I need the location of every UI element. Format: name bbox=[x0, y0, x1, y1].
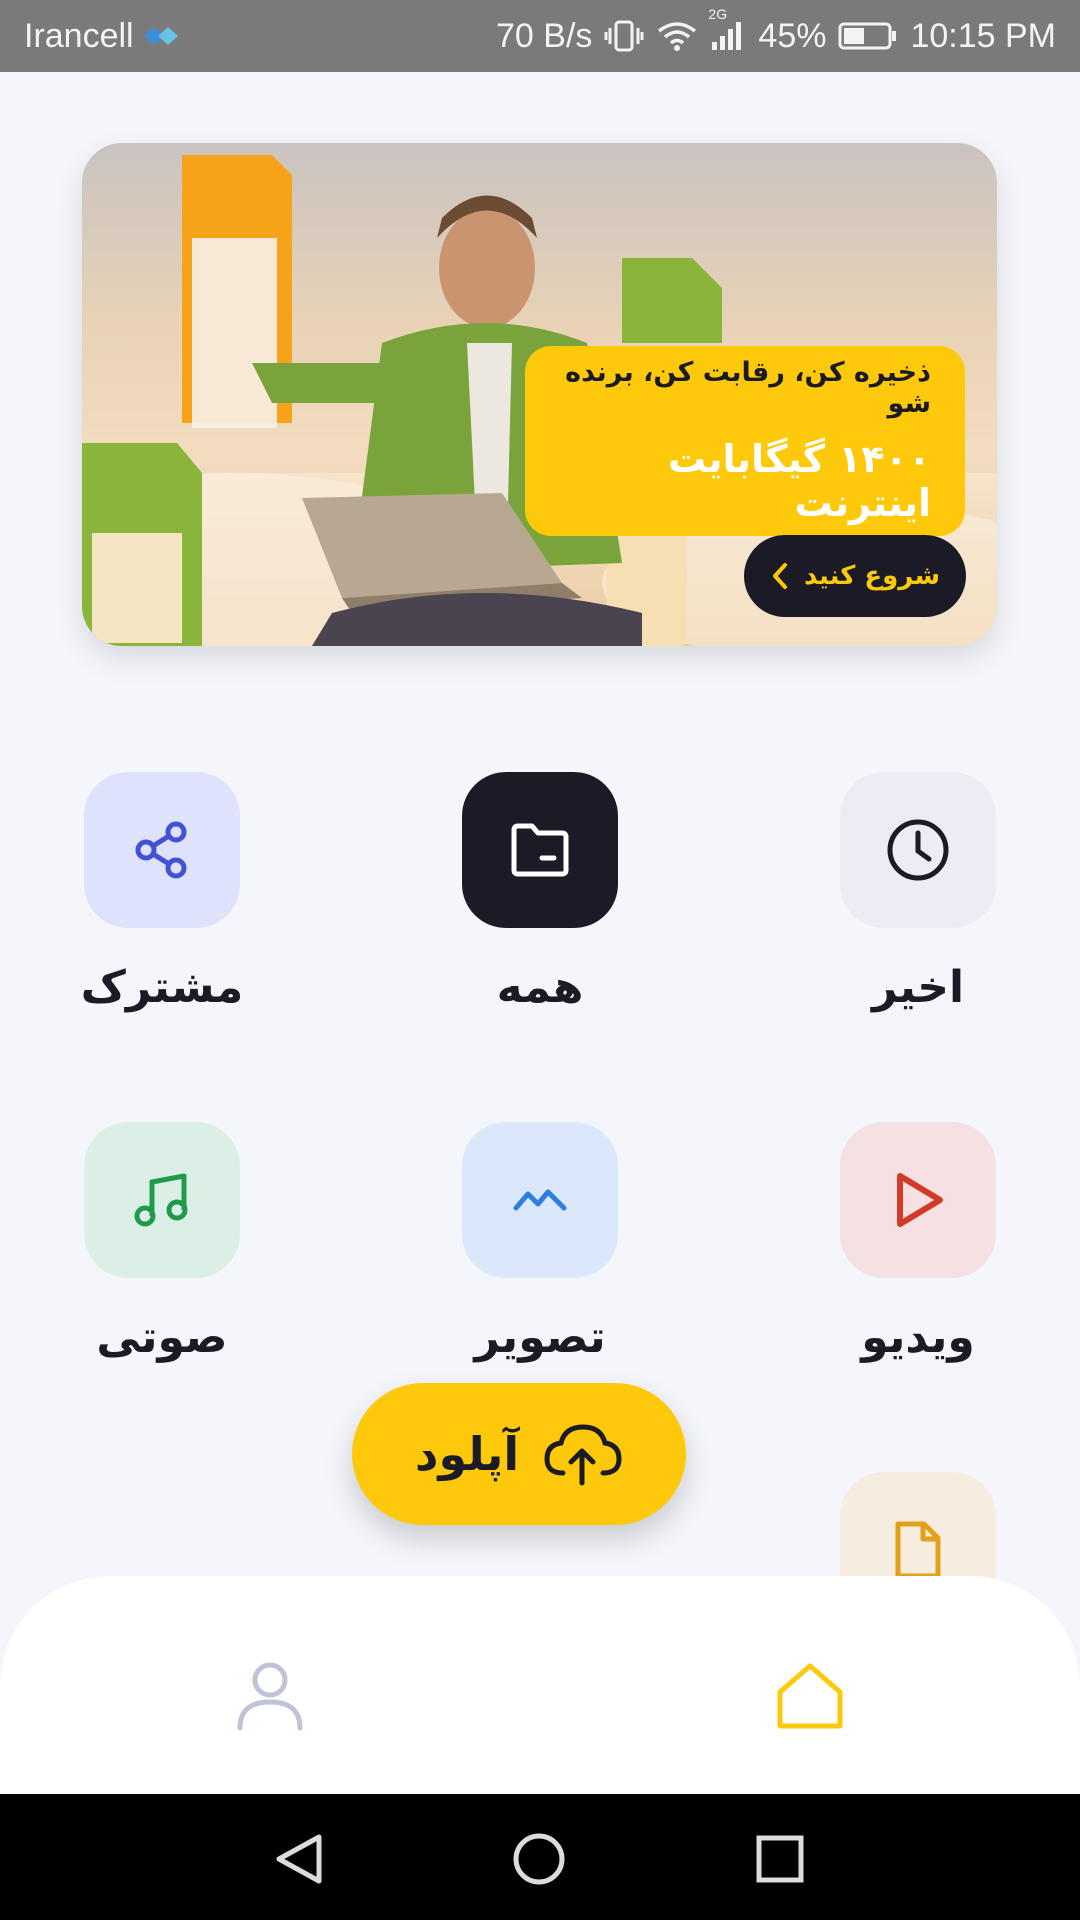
promo-banner[interactable]: ذخیره کن، رقابت کن، برنده شو ۱۴۰۰ گیگابا… bbox=[82, 143, 997, 646]
system-navigation-bar bbox=[0, 1794, 1080, 1920]
share-icon bbox=[135, 821, 187, 879]
category-all[interactable]: همه bbox=[462, 772, 618, 1013]
carrier-name: Irancell bbox=[24, 16, 134, 55]
bottom-nav bbox=[0, 1576, 1080, 1794]
user-icon bbox=[237, 1662, 303, 1731]
promo-headline: ذخیره کن، رقابت کن، برنده شو bbox=[565, 357, 931, 419]
signal-icon: 2G bbox=[708, 6, 746, 52]
category-recent[interactable]: اخیر bbox=[840, 772, 996, 1013]
category-shared[interactable]: مشترک bbox=[81, 772, 243, 1013]
network-type: 2G bbox=[708, 6, 728, 22]
category-audio[interactable]: صوتی bbox=[84, 1122, 240, 1363]
promo-card: ذخیره کن، رقابت کن، برنده شو ۱۴۰۰ گیگابا… bbox=[525, 346, 965, 536]
category-shared-label: مشترک bbox=[80, 962, 244, 1013]
folder-icon bbox=[511, 823, 569, 877]
carrier-logo-icon bbox=[143, 27, 178, 45]
status-right: 70 B/s 2G 45% 10:15 PM bbox=[496, 6, 1056, 56]
category-image-label: تصویر bbox=[474, 1312, 606, 1363]
category-video-tile[interactable] bbox=[840, 1122, 996, 1278]
promo-offer: ۱۴۰۰ گیگابایت اینترنت bbox=[667, 437, 931, 525]
category-video-label: ویدیو bbox=[861, 1312, 975, 1363]
home-icon bbox=[777, 1663, 843, 1729]
category-audio-label: صوتی bbox=[96, 1312, 228, 1363]
category-recent-tile[interactable] bbox=[840, 772, 996, 928]
category-all-label: همه bbox=[496, 962, 584, 1013]
wifi-icon bbox=[656, 20, 698, 52]
category-shared-tile[interactable] bbox=[84, 772, 240, 928]
nav-profile[interactable] bbox=[230, 1656, 310, 1736]
upload-button[interactable]: آپلود bbox=[352, 1383, 686, 1525]
upload-label: آپلود bbox=[414, 1427, 520, 1481]
recents-icon[interactable] bbox=[745, 1824, 815, 1894]
net-speed: 70 B/s bbox=[496, 16, 593, 55]
status-left: Irancell bbox=[24, 17, 180, 56]
document-icon bbox=[895, 1521, 941, 1579]
clock-icon bbox=[887, 819, 949, 881]
status-bar: Irancell 70 B/s 2G 45% 10:15 PM bbox=[0, 0, 1080, 72]
play-icon bbox=[897, 1173, 943, 1227]
battery-percent: 45% bbox=[758, 16, 827, 55]
category-image[interactable]: تصویر bbox=[462, 1122, 618, 1363]
clock-time: 10:15 PM bbox=[910, 16, 1056, 55]
back-icon[interactable] bbox=[264, 1824, 334, 1894]
chevron-left-icon bbox=[772, 563, 787, 589]
category-recent-label: اخیر bbox=[871, 962, 965, 1013]
start-button-label: شروع کنید bbox=[803, 561, 941, 591]
music-icon bbox=[134, 1173, 188, 1227]
category-image-tile[interactable] bbox=[462, 1122, 618, 1278]
home-circle-icon[interactable] bbox=[504, 1824, 574, 1894]
image-icon bbox=[513, 1189, 567, 1211]
category-video[interactable]: ویدیو bbox=[840, 1122, 996, 1363]
vibrate-icon bbox=[604, 20, 644, 52]
category-audio-tile[interactable] bbox=[84, 1122, 240, 1278]
battery-icon bbox=[838, 21, 898, 51]
nav-home[interactable] bbox=[770, 1656, 850, 1736]
category-all-tile[interactable] bbox=[462, 772, 618, 928]
start-button[interactable]: شروع کنید bbox=[744, 535, 966, 617]
cloud-upload-icon bbox=[544, 1424, 622, 1486]
